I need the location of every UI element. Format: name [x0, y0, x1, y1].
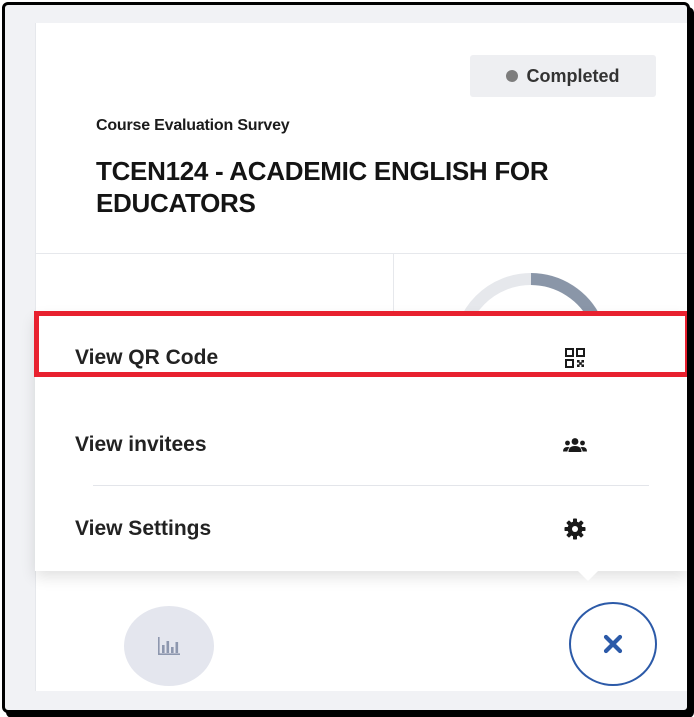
close-menu-button[interactable] [569, 602, 657, 686]
menu-item-label: View QR Code [75, 346, 219, 369]
menu-item-view-invitees[interactable]: View invitees [35, 403, 687, 487]
view-report-button[interactable] [124, 606, 214, 686]
menu-item-label: View invitees [75, 433, 207, 456]
window-frame: Completed Course Evaluation Survey TCEN1… [2, 2, 690, 713]
menu-item-label: View Settings [75, 517, 212, 540]
menu-item-view-qr-code[interactable]: View QR Code [35, 313, 687, 403]
status-badge: Completed [470, 55, 656, 97]
status-dot-icon [506, 70, 519, 82]
menu-item-view-settings[interactable]: View Settings [35, 487, 687, 571]
status-label: Completed [526, 65, 620, 86]
users-icon [561, 431, 589, 459]
course-title: TCEN124 - ACADEMIC ENGLISH FOR EDUCATORS [96, 156, 549, 218]
menu-divider [93, 485, 649, 486]
survey-type-label: Course Evaluation Survey [96, 117, 290, 134]
qr-code-icon [561, 344, 589, 372]
menu-caret [578, 571, 598, 581]
actions-menu: View QR Code View invitees View Settings [35, 313, 687, 571]
bar-chart-icon [158, 637, 180, 655]
section-divider [36, 253, 687, 254]
close-icon [603, 634, 623, 654]
gear-icon [561, 515, 589, 543]
